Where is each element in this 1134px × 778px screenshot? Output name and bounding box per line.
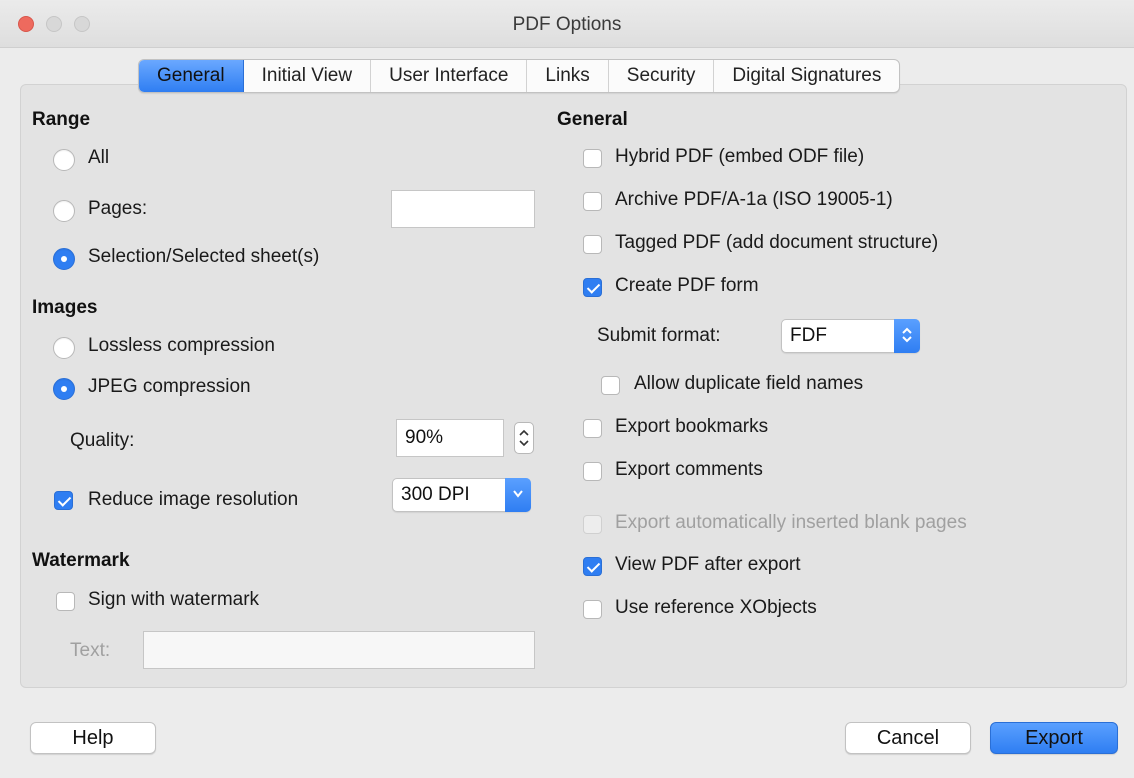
use-reference-xobjects-label: Use reference XObjects [615,597,817,618]
reduce-resolution-checkbox[interactable] [54,491,73,510]
help-button[interactable]: Help [30,722,156,754]
use-reference-xobjects-checkbox[interactable] [583,600,602,619]
resolution-select[interactable]: 300 DPI [392,478,531,512]
submit-format-label: Submit format: [597,325,721,346]
range-pages-radio[interactable] [53,200,75,222]
tab-bar: General Initial View User Interface Link… [138,59,901,93]
resolution-select-arrow [505,478,531,512]
quality-stepper[interactable] [514,422,534,454]
tab-general[interactable]: General [139,60,244,92]
archive-pdf-checkbox[interactable] [583,192,602,211]
range-all-label: All [88,147,110,168]
allow-duplicate-fields-label: Allow duplicate field names [634,373,864,394]
tab-links[interactable]: Links [527,60,609,92]
lossless-compression-label: Lossless compression [88,335,275,356]
resolution-select-value: 300 DPI [401,484,470,505]
view-pdf-after-export-label: View PDF after export [615,554,801,575]
tagged-pdf-label: Tagged PDF (add document structure) [615,232,939,253]
export-button[interactable]: Export [990,722,1118,754]
general-heading: General [557,109,628,130]
hybrid-pdf-label: Hybrid PDF (embed ODF file) [615,146,865,167]
quality-input[interactable]: 90% [396,419,504,457]
lossless-compression-radio[interactable] [53,337,75,359]
sign-watermark-checkbox[interactable] [56,592,75,611]
create-pdf-form-label: Create PDF form [615,275,759,296]
range-selection-radio[interactable] [53,248,75,270]
submit-format-value: FDF [790,325,827,346]
jpeg-compression-label: JPEG compression [88,376,251,397]
allow-duplicate-fields-checkbox[interactable] [601,376,620,395]
cancel-button[interactable]: Cancel [845,722,971,754]
chevron-down-icon [513,490,523,498]
title-bar[interactable]: PDF Options [0,0,1134,48]
view-pdf-after-export-checkbox[interactable] [583,557,602,576]
range-selection-label: Selection/Selected sheet(s) [88,246,320,267]
create-pdf-form-checkbox[interactable] [583,278,602,297]
submit-format-arrow [894,319,920,353]
reduce-resolution-label: Reduce image resolution [88,489,299,510]
images-heading: Images [32,297,98,318]
pages-input[interactable] [391,190,535,228]
sign-watermark-label: Sign with watermark [88,589,260,610]
export-bookmarks-label: Export bookmarks [615,416,769,437]
archive-pdf-label: Archive PDF/A-1a (ISO 19005-1) [615,189,893,210]
range-pages-label: Pages: [88,198,148,219]
stepper-arrows-icon [519,429,529,447]
export-blank-pages-checkbox [583,515,602,534]
chevron-updown-icon [902,327,912,343]
export-blank-pages-label: Export automatically inserted blank page… [615,512,967,533]
export-comments-checkbox[interactable] [583,462,602,481]
tab-digital-signatures[interactable]: Digital Signatures [714,60,899,92]
hybrid-pdf-checkbox[interactable] [583,149,602,168]
tab-user-interface[interactable]: User Interface [371,60,528,92]
window-title: PDF Options [512,14,622,35]
tab-initial-view[interactable]: Initial View [244,60,372,92]
range-heading: Range [32,109,91,130]
pdf-options-dialog: PDF Options General Initial View User In… [0,0,1134,778]
range-all-radio[interactable] [53,149,75,171]
tab-security[interactable]: Security [609,60,715,92]
watermark-text-label: Text: [70,640,111,661]
export-comments-label: Export comments [615,459,763,480]
submit-format-select[interactable]: FDF [781,319,920,353]
watermark-heading: Watermark [32,550,130,571]
quality-label: Quality: [70,430,135,451]
jpeg-compression-radio[interactable] [53,378,75,400]
export-bookmarks-checkbox[interactable] [583,419,602,438]
tagged-pdf-checkbox[interactable] [583,235,602,254]
watermark-text-input[interactable] [143,631,535,669]
